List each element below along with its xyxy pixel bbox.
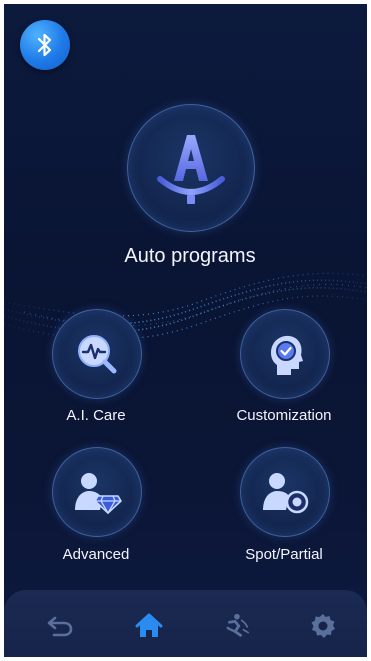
customization-icon — [271, 335, 303, 375]
customization-button[interactable] — [240, 309, 330, 399]
bluetooth-button[interactable] — [20, 20, 70, 70]
nav-massage-button[interactable] — [222, 612, 250, 640]
customization-label: Customization — [236, 407, 332, 424]
ai-care-button[interactable] — [52, 309, 142, 399]
bottom-nav-bar — [4, 590, 367, 657]
ai-care-label: A.I. Care — [66, 407, 126, 424]
auto-a-icon — [157, 135, 225, 204]
ai-care-icon — [78, 335, 117, 374]
settings-icon — [311, 614, 335, 638]
spot-partial-label: Spot/Partial — [245, 546, 323, 563]
auto-programs-button[interactable] — [127, 104, 255, 232]
home-icon — [135, 613, 163, 637]
nav-settings-button[interactable] — [309, 612, 337, 640]
nav-home-button[interactable] — [135, 612, 163, 640]
nav-back-button[interactable] — [46, 612, 74, 640]
advanced-label: Advanced — [62, 546, 130, 563]
advanced-icon — [75, 473, 122, 514]
bluetooth-icon — [37, 33, 52, 57]
massage-icon — [226, 613, 249, 637]
spot-partial-icon — [263, 473, 309, 514]
auto-programs-label: Auto programs — [124, 245, 256, 267]
spot-partial-button[interactable] — [240, 447, 330, 537]
back-icon — [47, 616, 73, 637]
app-screen: Auto programs A.I. Care Customization Ad… — [4, 4, 367, 657]
advanced-button[interactable] — [52, 447, 142, 537]
